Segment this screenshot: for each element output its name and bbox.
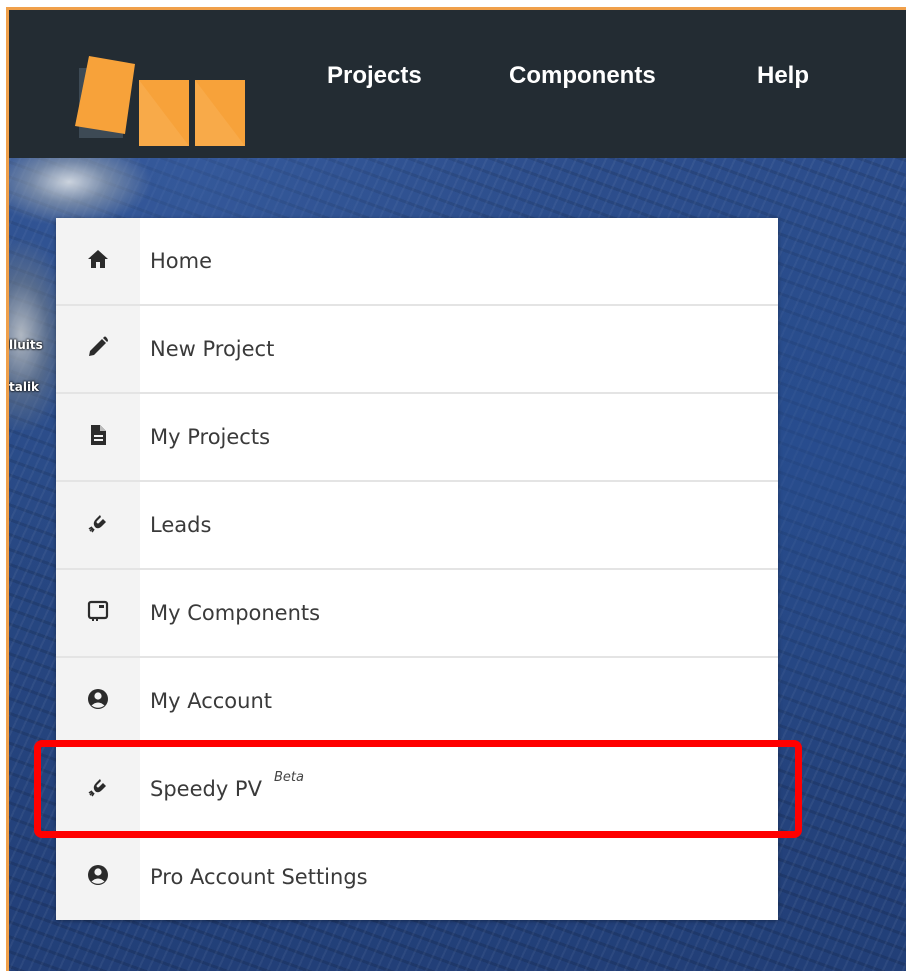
menu-item-label: My Projects (150, 425, 271, 449)
menu-item-my-components[interactable]: My Components (56, 570, 778, 658)
menu-item-label: Leads (150, 513, 212, 537)
menu-item-leads[interactable]: Leads (56, 482, 778, 570)
app-frame: lluits talik Projects Components Help Ho… (6, 7, 906, 971)
map-place-label: lluits (9, 338, 43, 352)
menu-item-my-account[interactable]: My Account (56, 658, 778, 746)
top-navbar: Projects Components Help (9, 10, 906, 158)
menu-item-label: My Components (150, 601, 321, 625)
menu-item-new-project[interactable]: New Project (56, 306, 778, 394)
menu-item-label: New Project (150, 337, 275, 361)
user-dropdown-menu: Home New Project My Projects Leads My Co… (56, 218, 778, 920)
component-icon (86, 599, 110, 627)
user-circle-icon (86, 863, 110, 891)
nav-projects[interactable]: Projects (327, 56, 422, 96)
user-circle-icon (86, 687, 110, 715)
beta-badge: Beta (273, 769, 304, 785)
home-icon (86, 247, 110, 275)
menu-item-home[interactable]: Home (56, 218, 778, 306)
menu-item-label: Pro Account Settings (150, 865, 368, 889)
nav-help[interactable]: Help (757, 56, 809, 96)
logo[interactable] (69, 38, 249, 148)
menu-item-pro-account-settings[interactable]: Pro Account Settings (56, 834, 778, 920)
file-icon (86, 423, 110, 451)
magnet-icon (86, 511, 110, 539)
menu-item-my-projects[interactable]: My Projects (56, 394, 778, 482)
pencil-icon (86, 335, 110, 363)
magnet-icon (86, 775, 110, 803)
nav-components[interactable]: Components (509, 56, 656, 96)
menu-item-label: Speedy PV (150, 777, 262, 801)
menu-item-speedy-pv[interactable]: Speedy PV Beta (56, 746, 778, 834)
menu-item-label: My Account (150, 689, 273, 713)
menu-item-label: Home (150, 249, 213, 273)
map-place-label: talik (9, 380, 40, 394)
